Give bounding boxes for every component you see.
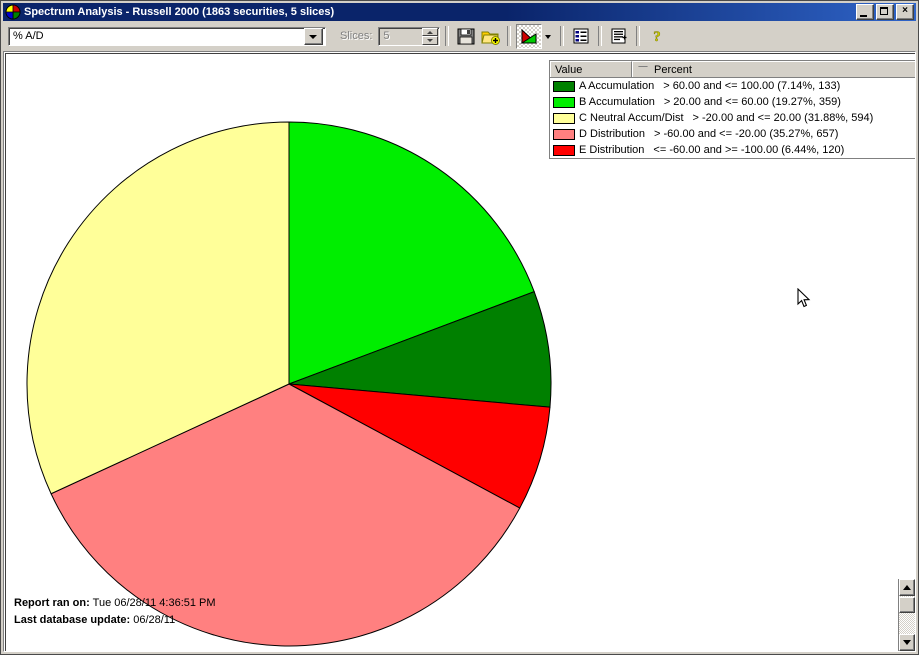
scroll-up-arrow-icon[interactable] xyxy=(899,579,915,596)
legend-row-name: C Neutral Accum/Dist xyxy=(579,112,684,124)
toolbar-separator xyxy=(636,26,641,46)
legend-row-name: A Accumulation xyxy=(579,80,655,92)
close-icon: × xyxy=(902,5,908,16)
db-update-line: Last database update: 06/28/11 xyxy=(14,612,216,629)
report-ran-line: Report ran on: Tue 06/28/11 4:36:51 PM xyxy=(14,595,216,612)
chart-type-dropdown[interactable] xyxy=(542,25,555,48)
legend-column-percent-label: Percent xyxy=(654,63,692,76)
report-icon xyxy=(611,28,627,44)
legend-row[interactable]: C Neutral Accum/Dist > -20.00 and <= 20.0… xyxy=(550,110,915,126)
question-mark-icon: ? xyxy=(653,29,662,44)
report-view-button[interactable] xyxy=(607,25,631,48)
vertical-scrollbar[interactable] xyxy=(898,579,915,651)
sort-ascending-icon xyxy=(638,66,648,73)
legend-header: Value Percent xyxy=(550,61,915,78)
slices-spin-buttons[interactable] xyxy=(422,27,439,45)
list-view-button[interactable] xyxy=(569,25,593,48)
legend-column-value[interactable]: Value xyxy=(550,61,632,77)
chart-type-button[interactable] xyxy=(516,23,543,49)
db-update-label: Last database update: xyxy=(14,614,131,626)
open-folder-add-icon xyxy=(481,31,500,45)
report-ran-value: Tue 06/28/11 4:36:51 PM xyxy=(92,597,216,609)
report-client-area: Value Percent A Accumulation > 60.00 and … xyxy=(3,51,916,652)
slices-value: 5 xyxy=(383,30,390,42)
legend-row[interactable]: A Accumulation > 60.00 and <= 100.00 (7.1… xyxy=(550,78,915,94)
legend-color-swatch xyxy=(553,112,575,124)
legend-row[interactable]: E Distribution <= -60.00 and >= -100.00 (… xyxy=(550,142,915,158)
legend-color-swatch xyxy=(553,80,575,92)
slices-label: Slices: xyxy=(340,30,373,42)
window-title: Spectrum Analysis - Russell 2000 (1863 s… xyxy=(24,6,335,18)
report-ran-label: Report ran on: xyxy=(14,597,90,609)
legend-row-range: > -20.00 and <= 20.00 (31.88%, 594) xyxy=(692,112,874,124)
app-pie-chart-icon xyxy=(5,4,21,20)
legend-color-swatch xyxy=(553,96,575,108)
legend-row[interactable]: B Accumulation > 20.00 and <= 60.00 (19.2… xyxy=(550,94,915,110)
legend-row-range: > 60.00 and <= 100.00 (7.14%, 133) xyxy=(663,80,841,92)
legend-row-name: D Distribution xyxy=(579,128,646,140)
legend-row-name: E Distribution xyxy=(579,144,645,156)
toolbar-separator xyxy=(445,26,450,46)
legend-row-name: B Accumulation xyxy=(579,96,655,108)
legend-panel: Value Percent A Accumulation > 60.00 and … xyxy=(549,60,915,159)
legend-color-swatch xyxy=(553,128,575,140)
legend-row-range: > 20.00 and <= 60.00 (19.27%, 359) xyxy=(663,96,841,108)
chevron-down-icon[interactable] xyxy=(304,27,323,45)
spin-up-icon[interactable] xyxy=(422,27,439,36)
legend-column-percent[interactable]: Percent xyxy=(632,61,915,77)
toolbar-separator xyxy=(560,26,565,46)
indicator-combo-value: % A/D xyxy=(13,30,44,42)
spin-down-icon[interactable] xyxy=(422,36,439,45)
mouse-cursor xyxy=(797,287,811,314)
floppy-disk-icon xyxy=(457,28,475,44)
list-icon xyxy=(573,28,589,44)
maximize-button[interactable] xyxy=(876,4,894,20)
title-bar[interactable]: Spectrum Analysis - Russell 2000 (1863 s… xyxy=(3,3,916,21)
indicator-combo[interactable]: % A/D xyxy=(8,26,326,46)
pie-chart-icon xyxy=(520,28,538,43)
toolbar-separator xyxy=(598,26,603,46)
legend-rows: A Accumulation > 60.00 and <= 100.00 (7.1… xyxy=(550,78,915,158)
pie-chart-svg xyxy=(26,121,552,647)
toolbar-separator xyxy=(507,26,512,46)
minimize-button[interactable] xyxy=(856,4,874,20)
report-footer: Report ran on: Tue 06/28/11 4:36:51 PM L… xyxy=(14,595,216,629)
scroll-down-arrow-icon[interactable] xyxy=(899,634,915,651)
legend-row-range: <= -60.00 and >= -100.00 (6.44%, 120) xyxy=(653,144,845,156)
slices-stepper[interactable]: 5 xyxy=(378,26,441,46)
legend-row-range: > -60.00 and <= -20.00 (35.27%, 657) xyxy=(654,128,839,140)
toolbar: % A/D Slices: 5 ? xyxy=(3,23,916,49)
legend-color-swatch xyxy=(553,144,575,156)
open-button[interactable] xyxy=(478,25,502,48)
save-button[interactable] xyxy=(454,25,478,48)
help-button[interactable]: ? xyxy=(645,25,669,48)
scrollbar-thumb[interactable] xyxy=(899,597,915,613)
svg-text:?: ? xyxy=(654,29,662,44)
spectrum-analysis-window: Spectrum Analysis - Russell 2000 (1863 s… xyxy=(0,0,919,655)
legend-row[interactable]: D Distribution > -60.00 and <= -20.00 (35… xyxy=(550,126,915,142)
report-surface: Value Percent A Accumulation > 60.00 and … xyxy=(5,53,915,651)
db-update-value: 06/28/11 xyxy=(133,614,176,626)
pie-chart xyxy=(6,54,566,651)
close-button[interactable]: × xyxy=(896,4,914,20)
